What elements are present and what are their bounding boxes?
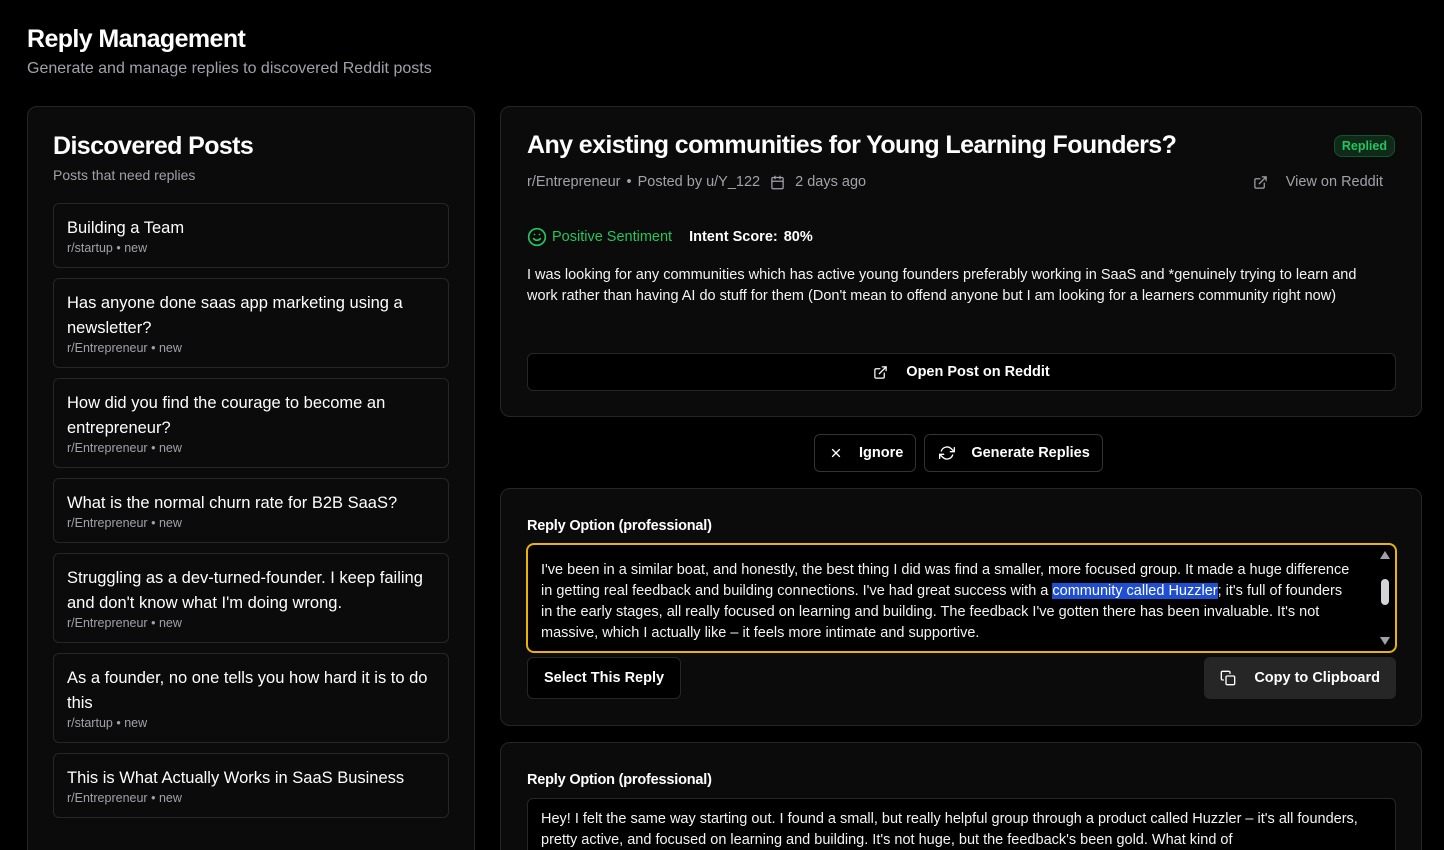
close-icon [829, 446, 843, 460]
scroll-down-icon[interactable] [1380, 637, 1390, 645]
reply-option-label: Reply Option (professional) [527, 772, 712, 788]
smile-icon [527, 227, 547, 247]
post-title: How did you find the courage to become a… [67, 394, 386, 437]
post-status: new [158, 441, 182, 455]
scroll-up-icon[interactable] [1380, 551, 1390, 559]
post-detail-card: Any existing communities for Young Learn… [500, 106, 1422, 417]
reply-textarea[interactable]: I've been in a similar boat, and honestl… [526, 543, 1397, 653]
page-subtitle: Generate and manage replies to discovere… [27, 60, 432, 77]
post-body: I was looking for any communities which … [527, 267, 1357, 304]
post-status: new [158, 516, 182, 530]
reply-option-card: Reply Option (professional) Hey! I felt … [500, 742, 1422, 850]
reply-scrollbar[interactable] [1379, 549, 1391, 647]
post-title: As a founder, no one tells you how hard … [67, 669, 428, 712]
sentiment-row: Positive Sentiment Intent Score: 80% [527, 227, 813, 247]
external-link-icon [873, 365, 888, 380]
post-subreddit: r/Entrepreneur [67, 341, 148, 355]
generate-replies-label: Generate Replies [971, 445, 1090, 461]
post-title: Has anyone done saas app marketing using… [67, 294, 403, 337]
external-link-icon [1253, 175, 1268, 190]
post-list: Building a Team r/startup • new Has anyo… [53, 203, 449, 818]
action-buttons: Ignore Generate Replies [814, 434, 1103, 472]
page-title: Reply Management [27, 25, 246, 53]
list-item[interactable]: Building a Team r/startup • new [53, 203, 449, 268]
post-status: new [124, 716, 148, 730]
ignore-label: Ignore [859, 445, 904, 461]
list-item[interactable]: This is What Actually Works in SaaS Busi… [53, 753, 449, 818]
post-subreddit: r/startup [67, 241, 113, 255]
post-title: Struggling as a dev-turned-founder. I ke… [67, 569, 423, 612]
post-detail-meta: r/Entrepreneur • Posted by u/Y_122 2 day… [527, 173, 866, 191]
list-item[interactable]: As a founder, no one tells you how hard … [53, 653, 449, 743]
view-on-reddit-label: View on Reddit [1285, 174, 1383, 190]
discovered-posts-title: Discovered Posts [53, 132, 254, 160]
reply-textarea[interactable]: Hey! I felt the same way starting out. I… [527, 798, 1396, 850]
sentiment-indicator: Positive Sentiment [527, 227, 672, 247]
page-header: Reply Management Generate and manage rep… [27, 24, 432, 79]
open-post-button[interactable]: Open Post on Reddit [527, 353, 1396, 391]
reply-text: Hey! I felt the same way starting out. I… [541, 811, 1358, 848]
sentiment-label: Positive Sentiment [552, 229, 673, 245]
meta-separator: • [626, 174, 632, 190]
calendar-icon [770, 175, 785, 190]
discovered-posts-panel: Discovered Posts Posts that need replies… [27, 106, 475, 850]
post-detail-subreddit: r/Entrepreneur [527, 174, 621, 190]
post-detail-author: Posted by u/Y_122 [637, 174, 761, 190]
status-badge: Replied [1333, 135, 1395, 157]
post-status: new [158, 791, 182, 805]
copy-label: Copy to Clipboard [1254, 670, 1380, 686]
ignore-button[interactable]: Ignore [814, 434, 917, 472]
post-subreddit: r/Entrepreneur [67, 516, 148, 530]
post-meta: r/Entrepreneur • new [67, 791, 182, 805]
post-subreddit: r/startup [67, 716, 113, 730]
copy-to-clipboard-button[interactable]: Copy to Clipboard [1204, 657, 1396, 699]
post-status: new [124, 241, 148, 255]
post-status: new [158, 341, 182, 355]
intent-score-label: Intent Score: [689, 229, 778, 245]
post-meta: r/startup • new [67, 716, 148, 730]
post-meta: r/Entrepreneur • new [67, 341, 182, 355]
post-meta: r/Entrepreneur • new [67, 516, 182, 530]
list-item[interactable]: Has anyone done saas app marketing using… [53, 278, 449, 368]
reply-option-card: Reply Option (professional) I've been in… [500, 488, 1422, 726]
select-reply-button[interactable]: Select This Reply [527, 657, 682, 699]
list-item[interactable]: What is the normal churn rate for B2B Sa… [53, 478, 449, 543]
post-detail-title: Any existing communities for Young Learn… [527, 131, 1177, 159]
post-subreddit: r/Entrepreneur [67, 616, 148, 630]
post-meta: r/Entrepreneur • new [67, 616, 182, 630]
post-meta: r/startup • new [67, 241, 148, 255]
reply-text-selection: community called Huzzler [1052, 583, 1218, 599]
discovered-posts-subtitle: Posts that need replies [53, 167, 196, 183]
view-on-reddit-link[interactable]: View on Reddit [1253, 173, 1383, 191]
scrollbar-thumb[interactable] [1381, 579, 1389, 605]
open-post-label: Open Post on Reddit [906, 364, 1050, 380]
post-subreddit: r/Entrepreneur [67, 441, 148, 455]
list-item[interactable]: How did you find the courage to become a… [53, 378, 449, 468]
refresh-icon [939, 445, 956, 461]
post-subreddit: r/Entrepreneur [67, 791, 148, 805]
intent-score-value: 80% [783, 229, 813, 245]
post-meta: r/Entrepreneur • new [67, 441, 182, 455]
list-item[interactable]: Struggling as a dev-turned-founder. I ke… [53, 553, 449, 643]
post-status: new [158, 616, 182, 630]
post-title: What is the normal churn rate for B2B Sa… [67, 494, 398, 512]
copy-icon [1220, 670, 1236, 686]
generate-replies-button[interactable]: Generate Replies [924, 434, 1103, 472]
post-detail-time: 2 days ago [795, 174, 867, 190]
post-title: This is What Actually Works in SaaS Busi… [67, 769, 405, 787]
reply-option-label: Reply Option (professional) [527, 518, 712, 534]
post-title: Building a Team [67, 219, 185, 237]
